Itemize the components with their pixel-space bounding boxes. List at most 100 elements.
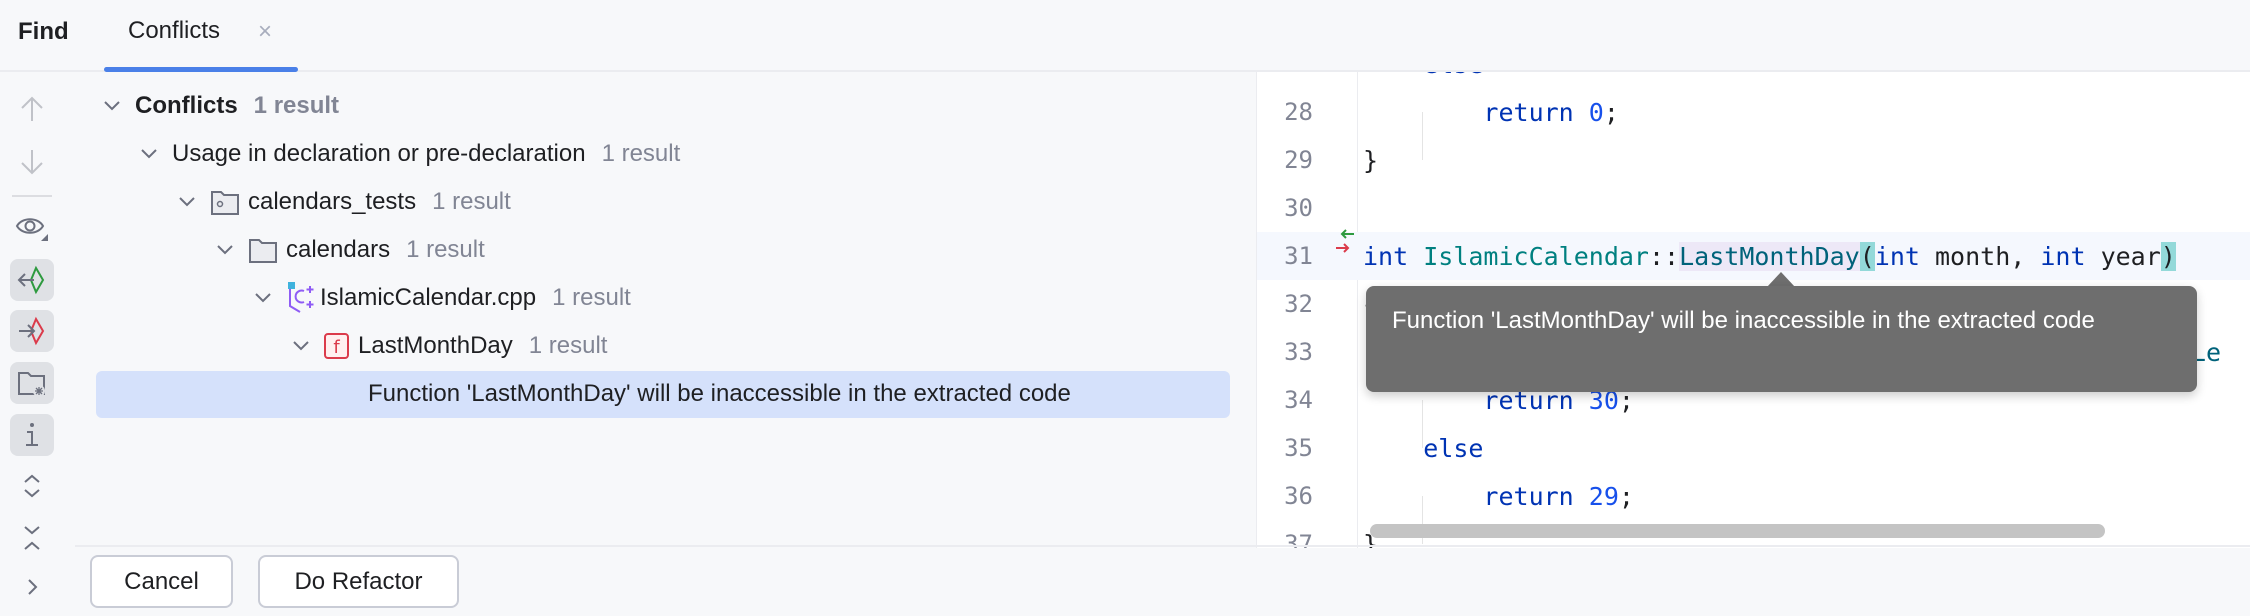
- code-token: }: [1363, 145, 1379, 175]
- code-text: }: [1363, 146, 1378, 175]
- code-token: return: [1483, 97, 1574, 127]
- code-line[interactable]: 27 else: [1257, 72, 2250, 88]
- chevron-down-icon[interactable]: [97, 100, 127, 112]
- code-line[interactable]: 36 return 29;: [1257, 472, 2250, 520]
- line-number: 27: [1257, 72, 1313, 78]
- indent-guide: [1422, 400, 1423, 448]
- code-text: return 0;: [1363, 98, 1619, 127]
- module-folder-icon: [210, 188, 240, 216]
- result-count: 1 result: [601, 140, 681, 167]
- code-line[interactable]: 31 int IslamicCalendar::LastMonthDay(int …: [1257, 232, 2250, 280]
- line-number: 31: [1284, 242, 1313, 270]
- tab-conflicts[interactable]: Conflicts: [128, 17, 220, 45]
- tree-node-usage-category[interactable]: Usage in declaration or pre-declaration 1…: [97, 130, 1071, 178]
- code-line[interactable]: 29}: [1257, 136, 2250, 184]
- horizontal-scrollbar[interactable]: [1370, 524, 2105, 538]
- code-token: ::: [1649, 241, 1680, 271]
- code-token: 29: [1588, 481, 1619, 511]
- tree-node-conflicts[interactable]: Conflicts 1 result: [97, 82, 1071, 130]
- tree-node-folder[interactable]: calendars 1 result: [97, 226, 1071, 274]
- tree-node-file[interactable]: IslamicCalendar.cpp 1 result: [97, 274, 1071, 322]
- line-number: 34: [1284, 386, 1313, 414]
- code-line[interactable]: 28 return 0;: [1257, 88, 2250, 136]
- code-token: IslamicCalendar: [1423, 241, 1649, 271]
- chevron-down-icon[interactable]: [210, 244, 240, 256]
- code-text: else: [1363, 434, 1483, 463]
- results-tree: Conflicts 1 result Usage in declaration o…: [97, 82, 1071, 418]
- code-token: else: [1423, 433, 1484, 463]
- import-usages-icon[interactable]: [10, 259, 54, 301]
- tree-node-module[interactable]: calendars_tests 1 result: [97, 178, 1071, 226]
- line-number: 36: [1284, 482, 1313, 510]
- tree-node-function[interactable]: f LastMonthDay 1 result: [97, 322, 1071, 370]
- result-count: 1 result: [406, 236, 485, 263]
- export-usages-icon[interactable]: [10, 310, 54, 352]
- chevron-down-icon[interactable]: [286, 340, 316, 352]
- result-count: 1 result: [528, 332, 608, 359]
- function-icon: f: [324, 332, 350, 360]
- result-count: 1 result: [253, 92, 340, 119]
- code-token: ): [2160, 241, 2176, 271]
- collapse-all-icon[interactable]: [10, 517, 54, 559]
- eye-icon[interactable]: [10, 207, 54, 249]
- node-label: LastMonthDay: [358, 332, 513, 359]
- conflict-message: Function 'LastMonthDay' will be inaccess…: [368, 380, 1071, 407]
- arrow-up-icon[interactable]: [10, 88, 54, 130]
- code-line[interactable]: 30: [1257, 184, 2250, 232]
- line-number: 32: [1284, 290, 1313, 318]
- chevron-down-icon[interactable]: [134, 148, 164, 160]
- active-tab-indicator: [104, 67, 298, 72]
- node-label: Usage in declaration or pre-declaration: [172, 140, 586, 167]
- code-token: (: [1859, 241, 1875, 271]
- line-number: 35: [1284, 434, 1313, 462]
- code-token: return: [1483, 481, 1574, 511]
- code-token: year: [2085, 241, 2161, 271]
- code-token: int: [2040, 241, 2086, 271]
- cpp-file-icon: [286, 282, 316, 314]
- code-token: int: [1363, 241, 1409, 271]
- node-label: calendars: [286, 236, 391, 263]
- node-label: IslamicCalendar.cpp: [320, 284, 537, 311]
- close-tab-icon[interactable]: ×: [258, 18, 272, 46]
- chevron-down-icon[interactable]: [248, 292, 278, 304]
- conflict-tooltip: Function 'LastMonthDay' will be inaccess…: [1366, 286, 2197, 392]
- chevron-right-icon[interactable]: [10, 566, 54, 608]
- cancel-button[interactable]: Cancel: [90, 555, 233, 608]
- code-token: int: [1874, 241, 1920, 271]
- line-number: 30: [1284, 194, 1313, 222]
- result-count: 1 result: [432, 188, 511, 215]
- do-refactor-button[interactable]: Do Refactor: [258, 555, 459, 608]
- gutter-usage-arrows-icon[interactable]: [1334, 228, 1358, 267]
- toolbar-divider: [12, 195, 52, 197]
- info-icon[interactable]: [10, 414, 54, 456]
- line-number: 29: [1284, 146, 1313, 174]
- indent-guide: [1422, 112, 1423, 160]
- node-label: calendars_tests: [248, 188, 417, 215]
- result-count: 1 result: [552, 284, 631, 311]
- code-token: ;: [1603, 97, 1619, 127]
- code-text: int IslamicCalendar::LastMonthDay(int mo…: [1363, 241, 2176, 271]
- folder-settings-icon[interactable]: [10, 362, 54, 404]
- code-line[interactable]: 35 else: [1257, 424, 2250, 472]
- expand-all-icon[interactable]: [10, 465, 54, 507]
- code-text: else: [1363, 72, 1483, 79]
- chevron-down-icon[interactable]: [172, 196, 202, 208]
- svg-text:f: f: [333, 337, 340, 358]
- find-title: Find: [18, 18, 69, 45]
- code-token: LastMonthDay: [1679, 241, 1860, 271]
- code-token: else: [1423, 72, 1483, 79]
- line-number: 33: [1284, 338, 1313, 366]
- tool-window-header: Find Conflicts ×: [0, 0, 2250, 72]
- code-token: 0: [1588, 97, 1604, 127]
- arrow-down-icon[interactable]: [10, 141, 54, 183]
- tree-node-conflict[interactable]: Function 'LastMonthDay' will be inaccess…: [97, 370, 1071, 418]
- folder-icon: [248, 236, 278, 264]
- node-label: Conflicts: [135, 92, 238, 119]
- tooltip-arrow: [1767, 272, 1795, 287]
